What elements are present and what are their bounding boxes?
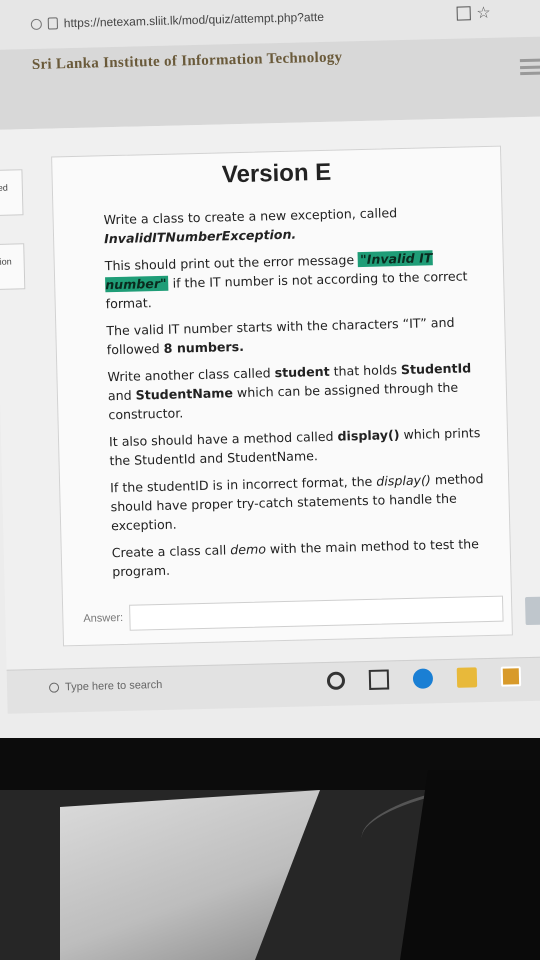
question-paragraph-4: Write another class called student that … — [107, 360, 472, 423]
question-paragraph-5: It also should have a method called disp… — [108, 425, 481, 469]
address-bar[interactable]: https://netexam.sliit.lk/mod/quiz/attemp… — [30, 0, 491, 37]
search-icon — [48, 682, 60, 693]
file-explorer-icon[interactable] — [456, 667, 478, 688]
sidebar-block-1[interactable]: ed — [0, 169, 24, 216]
answer-input[interactable] — [128, 595, 504, 631]
cortana-icon[interactable] — [326, 671, 346, 690]
lock-icon — [47, 17, 58, 30]
taskbar-search[interactable]: Type here to search — [48, 679, 163, 694]
question-paragraph-1: Write a class to create a new exception,… — [103, 205, 398, 247]
store-icon[interactable] — [500, 666, 522, 687]
site-name[interactable]: Sri Lanka Institute of Information Techn… — [32, 49, 343, 74]
question-paragraph-3: The valid IT number starts with the char… — [106, 314, 455, 358]
screen-content: https://netexam.sliit.lk/mod/quiz/attemp… — [0, 0, 540, 750]
question-card: Version E Write a class to create a new … — [51, 145, 513, 647]
sidebar-block-2[interactable]: ion — [0, 243, 26, 290]
question-paragraph-6: If the studentID is in incorrect format,… — [110, 471, 484, 534]
question-title: Version E — [221, 158, 332, 189]
answer-row: Answer: — [83, 595, 504, 633]
navigation-button[interactable] — [524, 596, 540, 626]
favorite-star-icon[interactable]: ☆ — [476, 3, 491, 23]
taskbar-search-placeholder: Type here to search — [64, 679, 163, 694]
info-icon[interactable] — [30, 18, 42, 30]
url-text[interactable]: https://netexam.sliit.lk/mod/quiz/attemp… — [64, 10, 324, 30]
hamburger-menu-icon[interactable] — [519, 58, 540, 76]
monitor-screen: https://netexam.sliit.lk/mod/quiz/attemp… — [0, 0, 540, 760]
taskbar-pinned-apps — [326, 666, 522, 691]
sidebar-block-2-label: ion — [0, 256, 12, 267]
question-text: Write a class to create a new exception,… — [103, 201, 502, 589]
edge-browser-icon[interactable] — [412, 668, 434, 689]
reader-mode-icon[interactable] — [456, 6, 471, 21]
site-header: Sri Lanka Institute of Information Techn… — [0, 35, 540, 130]
answer-label: Answer: — [83, 611, 124, 625]
sidebar-block-1-label: ed — [0, 182, 8, 193]
question-paragraph-2: This should print out the error message … — [104, 250, 468, 312]
task-view-icon[interactable] — [368, 669, 390, 690]
question-paragraph-7: Create a class call demo with the main m… — [111, 536, 480, 580]
